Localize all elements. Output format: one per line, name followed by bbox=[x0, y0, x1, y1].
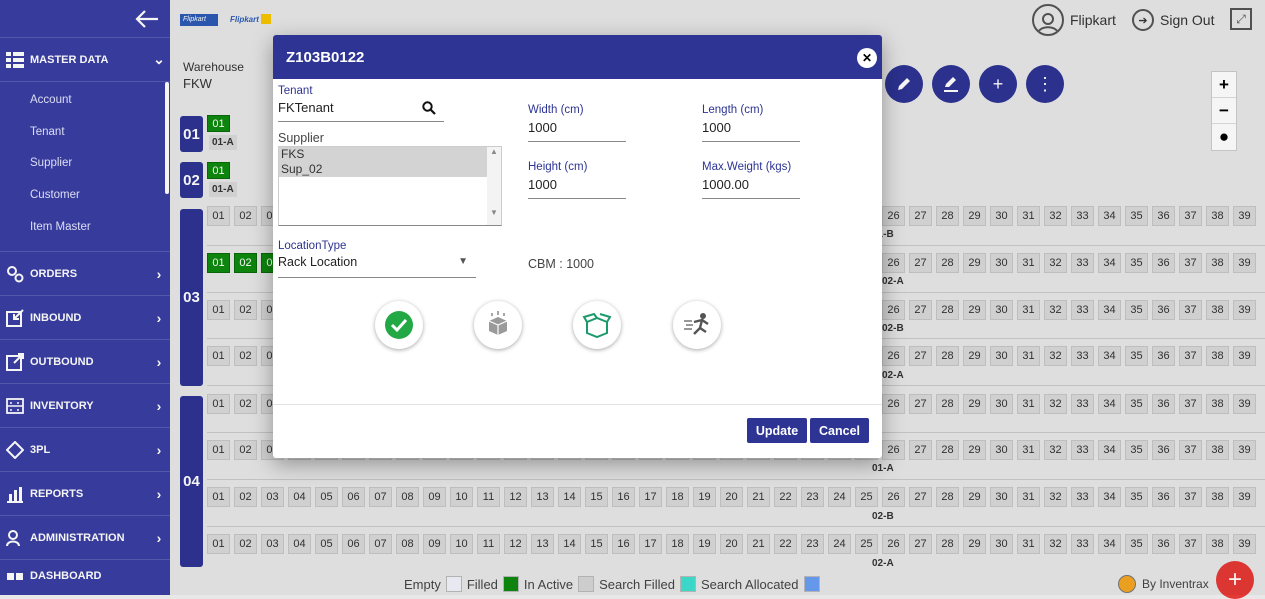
supplier-option[interactable]: Sup_02 bbox=[279, 162, 487, 177]
supplier-option[interactable]: FKS bbox=[279, 147, 487, 162]
open-box-icon bbox=[582, 312, 612, 339]
active-status-button[interactable] bbox=[375, 301, 423, 349]
listbox-scrollbar[interactable]: ▲ ▼ bbox=[487, 147, 501, 225]
dropdown-arrow-icon: ▼ bbox=[458, 256, 468, 267]
runner-icon bbox=[684, 313, 709, 335]
close-icon[interactable]: ✕ bbox=[857, 48, 877, 68]
fast-moving-box-button[interactable] bbox=[474, 301, 522, 349]
length-field[interactable]: 1000 bbox=[702, 120, 800, 142]
location-edit-modal: Z103B0122 ✕ Tenant FKTenant Supplier FKS… bbox=[273, 35, 882, 458]
height-field[interactable]: 1000 bbox=[528, 177, 626, 199]
length-label: Length (cm) bbox=[702, 104, 764, 116]
tenant-field[interactable]: FKTenant bbox=[278, 100, 444, 122]
width-field[interactable]: 1000 bbox=[528, 120, 626, 142]
cbm-text: CBM : 1000 bbox=[528, 257, 595, 271]
tenant-value: FKTenant bbox=[278, 100, 334, 115]
fragile-box-button[interactable] bbox=[573, 301, 621, 349]
modal-footer-divider bbox=[273, 404, 882, 405]
location-type-label: LocationType bbox=[278, 240, 347, 252]
box-icon bbox=[488, 311, 508, 335]
supplier-listbox[interactable]: FKS Sup_02 ▲ ▼ bbox=[278, 146, 502, 226]
width-label: Width (cm) bbox=[528, 104, 584, 116]
tenant-label: Tenant bbox=[278, 85, 313, 97]
height-label: Height (cm) bbox=[528, 161, 588, 173]
update-button[interactable]: Update bbox=[747, 418, 807, 443]
fast-runner-button[interactable] bbox=[673, 301, 721, 349]
max-weight-field[interactable]: 1000.00 bbox=[702, 177, 800, 199]
supplier-label: Supplier bbox=[278, 131, 324, 145]
max-weight-label: Max.Weight (kgs) bbox=[702, 161, 792, 173]
location-type-select[interactable]: Rack Location ▼ bbox=[278, 255, 476, 278]
cancel-button[interactable]: Cancel bbox=[810, 418, 869, 443]
modal-header: Z103B0122 bbox=[273, 35, 882, 79]
modal-title: Z103B0122 bbox=[286, 48, 365, 66]
check-circle-icon bbox=[385, 311, 413, 339]
location-type-value: Rack Location bbox=[278, 255, 358, 269]
search-icon[interactable] bbox=[422, 101, 436, 115]
